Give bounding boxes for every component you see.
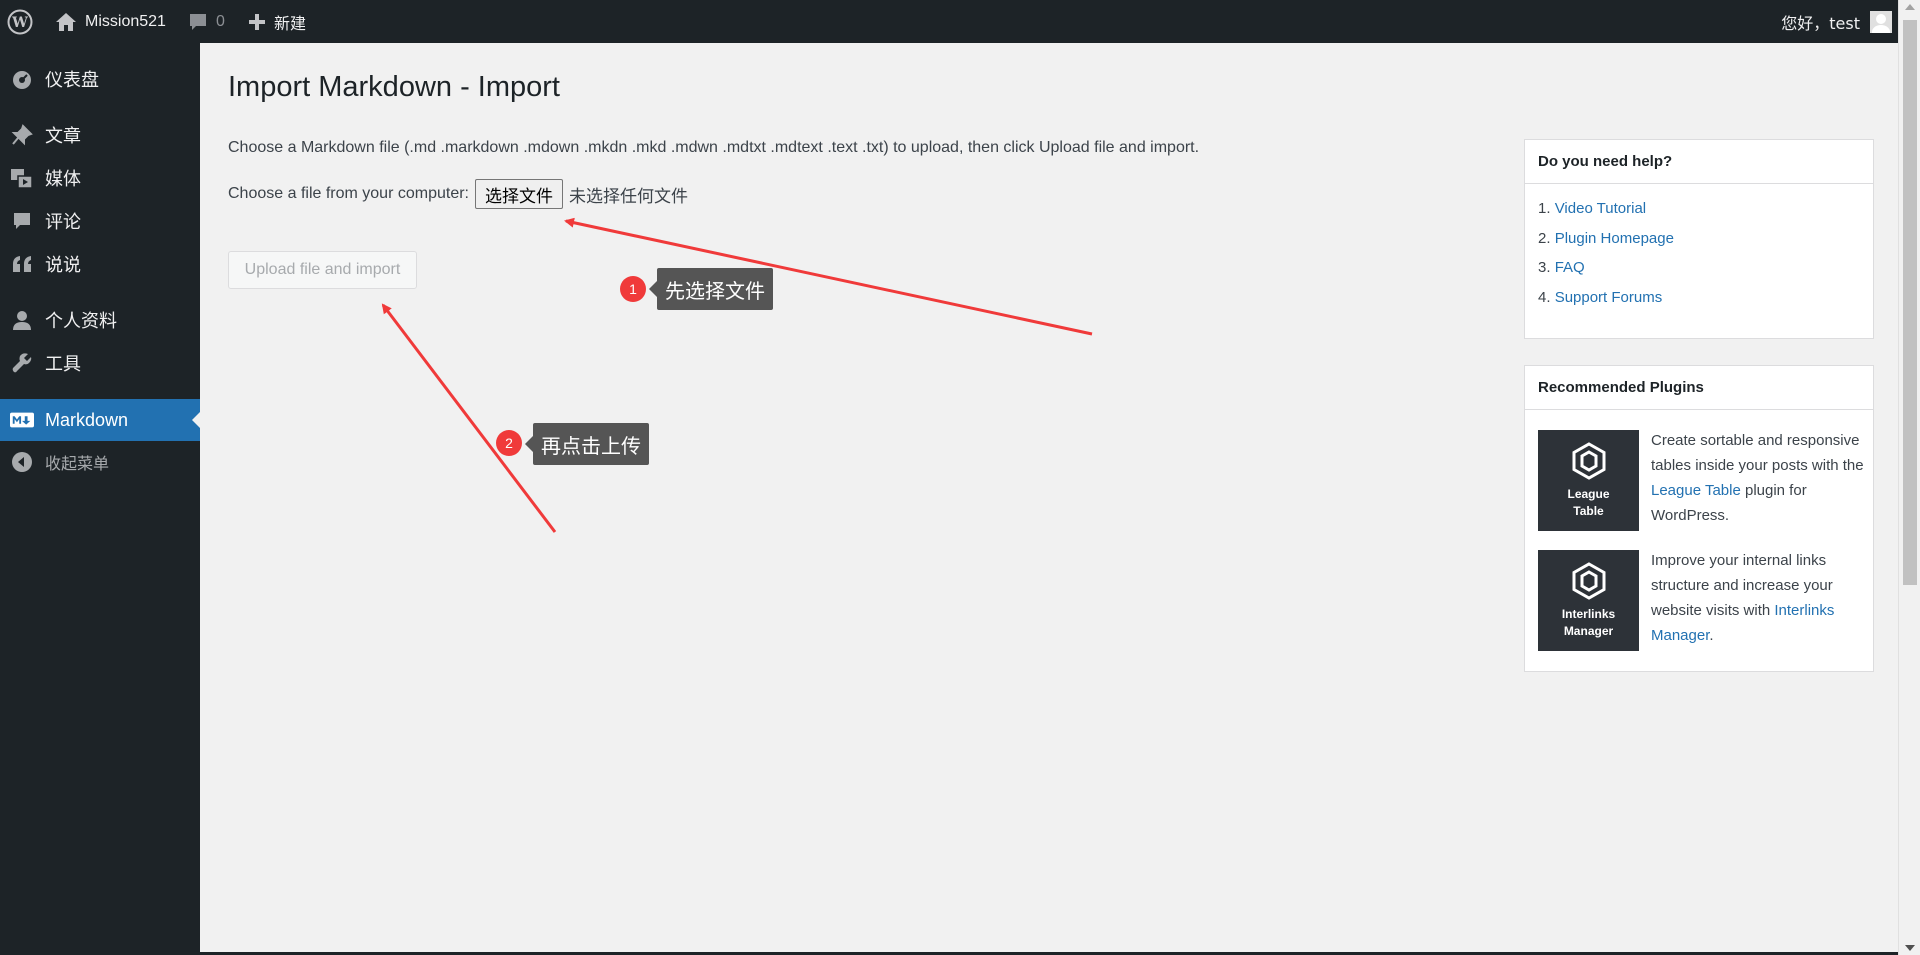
sidebar-item-label: 仪表盘 (45, 70, 99, 90)
svg-text:W: W (11, 15, 28, 31)
plugins-box-title: Recommended Plugins (1525, 366, 1873, 410)
collapse-menu-button[interactable]: 收起菜单 (0, 441, 200, 483)
pin-icon (10, 123, 34, 147)
sidebar-item-label: 个人资料 (45, 311, 117, 331)
sidebar-item-media[interactable]: 媒体 (0, 157, 200, 199)
link-number: 1. (1538, 200, 1555, 217)
list-item: 1. Video Tutorial (1538, 194, 1860, 224)
scroll-down-arrow-icon[interactable] (1905, 945, 1915, 951)
league-table-link[interactable]: League Table (1651, 482, 1741, 499)
quote-icon (10, 252, 34, 276)
thumb-line-1: Interlinks (1561, 607, 1616, 621)
avatar (1870, 10, 1892, 33)
comments-link[interactable]: 0 (188, 0, 225, 43)
plugin-description: Improve your internal links structure an… (1651, 548, 1866, 648)
scrollbar-thumb[interactable] (1903, 20, 1917, 585)
site-name-link[interactable]: Mission521 (55, 0, 166, 43)
sidebar-item-label: Markdown (45, 409, 129, 430)
home-icon (56, 12, 76, 31)
faq-link[interactable]: FAQ (1555, 259, 1585, 276)
wordpress-logo-icon[interactable]: W (7, 0, 37, 43)
step-tooltip-2: 再点击上传 (525, 423, 649, 465)
step-tooltip-1: 先选择文件 (649, 268, 773, 310)
sidebar-item-dashboard[interactable]: 仪表盘 (0, 58, 200, 100)
admin-sidebar: 仪表盘 文章 媒体 评论 说说 个人资料 工具 Markdown 收起菜单 (0, 43, 200, 955)
user-icon (10, 308, 34, 332)
admin-bar: W Mission521 0 新建 您好，test (0, 0, 1898, 43)
step-badge-1: 1 (620, 276, 646, 302)
sidebar-item-profile[interactable]: 个人资料 (0, 299, 200, 341)
sidebar-item-talk[interactable]: 说说 (0, 243, 200, 285)
sidebar-item-comments[interactable]: 评论 (0, 200, 200, 242)
thumb-line-2: Manager (1563, 624, 1614, 638)
plugin-description: Create sortable and responsive tables in… (1651, 428, 1866, 528)
list-item: 2. Plugin Homepage (1538, 224, 1860, 254)
help-links: 1. Video Tutorial 2. Plugin Homepage 3. … (1525, 184, 1873, 322)
link-number: 2. (1538, 229, 1555, 247)
plus-icon (249, 13, 265, 30)
my-account-link[interactable]: 您好，test (1781, 0, 1892, 43)
intro-text: Choose a Markdown file (.md .markdown .m… (228, 139, 1200, 156)
comments-count: 0 (216, 12, 225, 30)
wrench-icon (10, 351, 34, 375)
scroll-up-arrow-icon[interactable] (1905, 4, 1915, 10)
link-number: 3. (1538, 259, 1555, 276)
sidebar-item-label: 文章 (45, 126, 81, 146)
sidebar-item-markdown[interactable]: Markdown (0, 399, 200, 441)
arrow-to-choose-file (564, 217, 1093, 336)
sidebar-item-tools[interactable]: 工具 (0, 342, 200, 384)
step-badge-2: 2 (496, 430, 522, 456)
media-icon (10, 166, 34, 190)
sidebar-item-label: 工具 (45, 354, 81, 374)
plugin-logo-icon (1572, 562, 1605, 600)
thumb-line-1: League (1567, 487, 1610, 501)
page-title: Import Markdown - Import (228, 71, 560, 103)
sidebar-item-label: 媒体 (45, 169, 81, 189)
desc-text: . (1709, 627, 1714, 644)
new-content-link[interactable]: 新建 (248, 0, 306, 43)
collapse-icon (10, 450, 34, 474)
arrow-to-upload-button (381, 303, 557, 533)
sidebar-item-label: 收起菜单 (45, 454, 110, 473)
link-number: 4. (1538, 288, 1555, 306)
comment-icon (10, 209, 34, 233)
no-file-text: 未选择任何文件 (569, 186, 688, 207)
recommended-plugins-box: Recommended Plugins League Table Create … (1524, 365, 1874, 672)
list-item: 4. Support Forums (1538, 283, 1860, 313)
video-tutorial-link[interactable]: Video Tutorial (1555, 200, 1646, 217)
plugin-homepage-link[interactable]: Plugin Homepage (1555, 230, 1674, 247)
plugin-logo-icon (1572, 442, 1605, 480)
league-table-thumbnail[interactable]: League Table (1538, 430, 1639, 531)
file-label: Choose a file from your computer: (228, 185, 469, 202)
site-name: Mission521 (85, 12, 166, 30)
sidebar-item-label: 说说 (45, 255, 81, 275)
list-item: 3. FAQ (1538, 253, 1860, 283)
thumb-line-2: Table (1573, 504, 1604, 518)
dashboard-icon (10, 67, 34, 91)
new-label: 新建 (274, 15, 307, 33)
sidebar-item-posts[interactable]: 文章 (0, 114, 200, 156)
choose-file-button[interactable]: 选择文件 (475, 179, 563, 209)
markdown-icon (10, 408, 34, 432)
comment-icon (190, 13, 206, 30)
support-forums-link[interactable]: Support Forums (1555, 289, 1663, 306)
interlinks-manager-thumbnail[interactable]: Interlinks Manager (1538, 550, 1639, 651)
vertical-scrollbar[interactable] (1898, 0, 1920, 955)
upload-import-button[interactable]: Upload file and import (228, 251, 417, 289)
file-chooser-row: Choose a file from your computer: 选择文件 未… (228, 179, 688, 209)
sidebar-item-label: 评论 (45, 212, 81, 232)
help-box-title: Do you need help? (1525, 140, 1873, 184)
greeting: 您好，test (1781, 13, 1860, 33)
desc-text: Create sortable and responsive tables in… (1651, 432, 1864, 474)
help-box: Do you need help? 1. Video Tutorial 2. P… (1524, 139, 1874, 339)
